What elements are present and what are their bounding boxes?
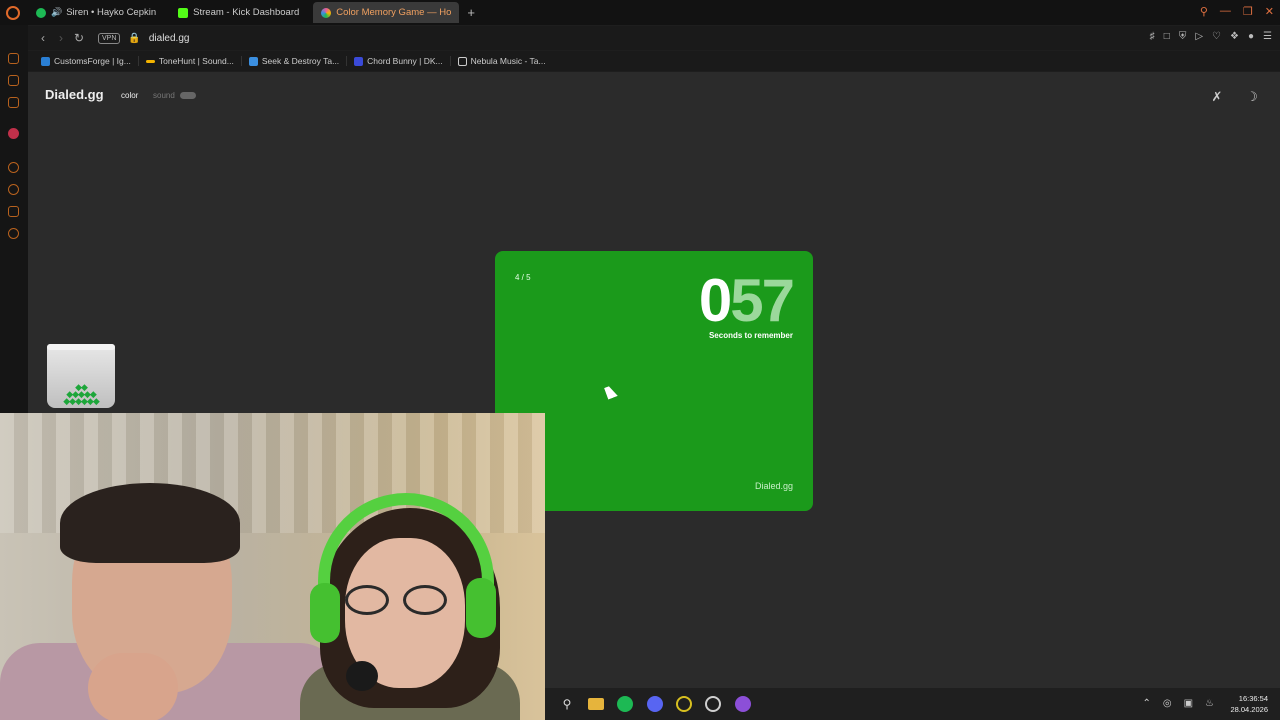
countdown-label: Seconds to remember <box>708 331 793 340</box>
bookmark-favicon-icon <box>248 56 258 66</box>
tab-label: Siren • Hayko Cepkin <box>66 7 157 18</box>
system-tray: ⌃ ◎ ▣ ♨ <box>1142 698 1214 709</box>
search-icon[interactable]: ⚲ <box>559 696 575 712</box>
site-logo[interactable]: Dialed.gg <box>45 87 104 102</box>
address-bar: ‹ › ↻ VPN 🔒 dialed.gg ♯ □ ⛨ ▷ ♡ ❖ ● ☰ <box>28 26 1280 50</box>
window-controls: ⚲ — ❐ ✕ <box>1200 5 1274 18</box>
search-tabs-icon[interactable]: ⚲ <box>1200 5 1208 18</box>
reload-button[interactable]: ↻ <box>70 31 88 45</box>
snapshot-icon[interactable]: □ <box>1164 31 1170 42</box>
tab-kick-dashboard[interactable]: Stream - Kick Dashboard <box>170 2 307 23</box>
nav-sound-link[interactable]: sound <box>153 91 175 100</box>
sound-toggle[interactable] <box>180 92 196 99</box>
headset-left-earcup <box>310 583 340 643</box>
screen: 🔊 Siren • Hayko Cepkin Stream - Kick Das… <box>0 0 1280 720</box>
kick-icon <box>178 7 189 18</box>
bookmark-label: ToneHunt | Sound... <box>158 56 234 66</box>
person-left-hair <box>60 483 240 563</box>
forward-button[interactable]: › <box>52 31 70 45</box>
close-button[interactable]: ✕ <box>1265 5 1274 18</box>
folder-icon[interactable] <box>588 698 604 710</box>
card-watermark: Dialed.gg <box>754 481 793 491</box>
bookmark-favicon-icon <box>145 59 155 63</box>
chevron-up-icon[interactable]: ⌃ <box>1142 698 1150 709</box>
volume-icon[interactable]: ♨ <box>1205 698 1214 709</box>
record-icon[interactable] <box>8 128 19 139</box>
bookmark-label: Seek & Destroy Ta... <box>261 56 340 66</box>
opera-icon[interactable] <box>676 696 692 712</box>
tab-color-memory-game[interactable]: Color Memory Game — Ho <box>313 2 460 23</box>
discord-icon[interactable] <box>647 696 663 712</box>
microphone <box>346 661 378 691</box>
moon-icon[interactable]: ☽ <box>1245 90 1259 104</box>
countdown-value: 57 <box>730 267 795 334</box>
minimize-button[interactable]: — <box>1220 5 1231 18</box>
bookmarks-bar: CustomsForge | Ig... ToneHunt | Sound...… <box>28 51 1280 71</box>
bookmark-chord-bunny[interactable]: Chord Bunny | DK... <box>347 56 451 66</box>
webcam-overlay <box>0 413 545 720</box>
maximize-button[interactable]: ❐ <box>1243 5 1253 18</box>
bookmark-label: Nebula Music - Ta... <box>470 56 546 66</box>
network-icon[interactable]: ▣ <box>1184 698 1193 709</box>
pin-icon[interactable]: ♯ <box>1150 31 1155 42</box>
play-icon[interactable]: ▷ <box>1195 31 1203 42</box>
bookmark-label: Chord Bunny | DK... <box>367 56 443 66</box>
extensions-icon[interactable]: ❖ <box>1230 31 1239 42</box>
opera-menu-icon[interactable] <box>6 5 20 20</box>
menu-icon[interactable]: ☰ <box>1263 31 1272 42</box>
page-icon <box>457 56 467 66</box>
bookmark-favicon-icon <box>41 56 50 66</box>
countdown-lead: 0 <box>698 267 732 334</box>
browser-tab-bar: 🔊 Siren • Hayko Cepkin Stream - Kick Das… <box>0 0 1280 25</box>
clock-date: 28.04.2026 <box>1230 705 1268 714</box>
bookmark-tonehunt[interactable]: ToneHunt | Sound... <box>139 56 242 66</box>
countdown-timer: 057 <box>698 267 795 334</box>
obs-icon[interactable] <box>705 696 721 712</box>
round-counter: 4 / 5 <box>515 273 531 282</box>
bookmark-label: CustomsForge | Ig... <box>54 56 131 66</box>
jar-chips: ◆◆ ◆◆◆◆◆ ◆◆◆◆◆◆ <box>63 382 100 406</box>
headset-right-earcup <box>466 578 496 638</box>
address-bar-actions: ♯ □ ⛨ ▷ ♡ ❖ ● ☰ <box>1150 31 1272 42</box>
app-icon[interactable] <box>735 696 751 712</box>
shield-icon[interactable]: ⛨ <box>1179 31 1187 42</box>
tab-label: Stream - Kick Dashboard <box>193 7 300 18</box>
lock-icon[interactable]: 🔒 <box>128 33 140 44</box>
bookmark-nebula-music[interactable]: Nebula Music - Ta... <box>451 56 553 66</box>
nav-color-link[interactable]: color <box>121 91 138 100</box>
player-icon[interactable] <box>8 162 19 173</box>
heart-icon[interactable]: ♡ <box>1212 31 1221 42</box>
settings-icon[interactable] <box>8 228 19 239</box>
color-wheel-icon <box>321 7 332 18</box>
tab-siren[interactable]: 🔊 Siren • Hayko Cepkin <box>28 2 164 23</box>
tab-label: Color Memory Game — Ho <box>336 7 452 18</box>
bookmark-favicon-icon <box>354 56 364 66</box>
messenger-icon[interactable] <box>8 53 19 64</box>
microphone-icon[interactable]: ◎ <box>1163 698 1172 709</box>
chip-jar: ◆◆ ◆◆◆◆◆ ◆◆◆◆◆◆ <box>47 344 115 408</box>
pin-off-icon[interactable]: ✗ <box>1210 90 1224 104</box>
bookmark-customsforge[interactable]: CustomsForge | Ig... <box>34 56 139 66</box>
back-button[interactable]: ‹ <box>34 31 52 45</box>
person-left-hand <box>88 653 178 720</box>
speaker-icon[interactable]: 🔊 <box>51 7 62 18</box>
spotify-icon <box>36 7 46 18</box>
system-clock[interactable]: 16:36:54 28.04.2026 <box>1230 693 1268 715</box>
vpn-badge[interactable]: VPN <box>98 32 121 44</box>
pinboard-icon[interactable] <box>8 206 19 217</box>
history-icon[interactable] <box>8 184 19 195</box>
profile-icon[interactable]: ● <box>1248 31 1254 42</box>
new-tab-button[interactable]: + <box>467 5 475 20</box>
workspace-icon[interactable] <box>8 75 19 86</box>
taskbar: ⚲ ⌃ ◎ ▣ ♨ 16:36:54 28.04.2026 <box>545 688 1280 720</box>
url-field[interactable]: dialed.gg <box>149 33 190 44</box>
clock-time: 16:36:54 <box>1238 694 1268 703</box>
jar-rim <box>47 344 115 350</box>
bookmark-seek-destroy[interactable]: Seek & Destroy Ta... <box>242 56 348 66</box>
music-icon[interactable] <box>8 97 19 108</box>
spotify-icon[interactable] <box>617 696 633 712</box>
